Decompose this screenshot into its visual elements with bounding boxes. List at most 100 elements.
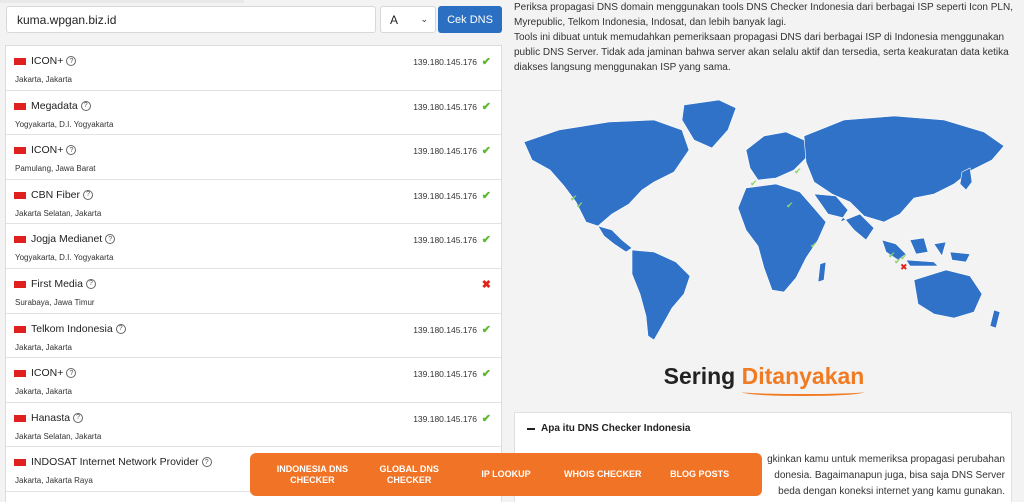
isp-location: Yogyakarta, D.I. Yogyakarta: [15, 253, 114, 263]
resolved-ip: 139.180.145.176: [413, 57, 477, 67]
isp-location: Surabaya, Jawa Timur: [15, 297, 95, 307]
isp-name: Megadata?: [31, 100, 91, 112]
help-icon[interactable]: ?: [85, 278, 96, 289]
map-region-africa: [737, 183, 827, 293]
isp-location: Jakarta, Jakarta: [15, 75, 72, 84]
help-icon[interactable]: ?: [66, 56, 77, 66]
map-cross-icon: ✖: [900, 263, 908, 273]
help-icon[interactable]: ?: [66, 368, 77, 379]
isp-location: Jakarta, Jakarta: [15, 342, 72, 352]
isp-location: Jakarta Selatan, Jakarta: [15, 208, 102, 218]
help-icon[interactable]: ?: [80, 100, 91, 111]
help-icon[interactable]: ?: [105, 234, 116, 245]
help-icon[interactable]: ?: [66, 145, 77, 156]
nav-item[interactable]: BLOG POSTS: [655, 469, 745, 480]
indonesia-flag-icon: [14, 191, 26, 199]
isp-name: ICON+?: [31, 144, 77, 157]
result-row: Telkom Indonesia? Jakarta, Jakarta 139.180…: [6, 314, 501, 359]
map-check-icon: ✔: [750, 179, 758, 189]
isp-label: Hanasta: [31, 411, 71, 424]
result-row: ICON+? Jakarta, Jakarta 139.180.145.176 ✔: [6, 358, 501, 403]
result-row: Hanasta? Jakarta Selatan, Jakarta 139.180.…: [6, 403, 501, 448]
help-icon[interactable]: ?: [115, 323, 126, 334]
check-icon: ✔: [481, 189, 491, 202]
check-icon: ✔: [481, 145, 491, 158]
indonesia-flag-icon: [14, 325, 26, 333]
search-row: A ⌄ Cek DNS: [6, 6, 504, 34]
isp-name: First Media?: [31, 278, 96, 290]
isp-location: Pamulang, Jawa Barat: [15, 164, 96, 174]
isp-location: Jakarta, Jakarta Raya: [15, 476, 93, 486]
isp-name: INDOSAT Internet Network Provider?: [31, 456, 212, 468]
faq-question[interactable]: Apa itu DNS Checker Indonesia: [527, 423, 690, 434]
indonesia-flag-icon: [14, 102, 26, 110]
resolved-ip: 139.180.145.176: [413, 369, 477, 380]
indonesia-flag-icon: [14, 414, 26, 422]
results-list: ICON+? Jakarta, Jakarta 139.180.145.176 ✔ Me…: [5, 45, 502, 502]
faq-question-text: Apa itu DNS Checker Indonesia: [541, 423, 691, 434]
map-region-north-america: [523, 119, 690, 227]
description-paragraph: Periksa propagasi DNS domain menggunakan…: [514, 2, 1013, 28]
isp-label: ICON+: [31, 55, 64, 67]
help-icon[interactable]: ?: [73, 412, 84, 423]
help-icon[interactable]: ?: [83, 189, 94, 200]
isp-location: Yogyakarta, D.I. Yogyakarta: [15, 119, 114, 129]
world-map: ✔ ✔ ✔ ✔ ✔ ✔ ✔ ✔ ✔ ✖: [523, 99, 1005, 341]
faq-title-text: Sering: [663, 363, 742, 389]
result-row: Jogja Medianet? Yogyakarta, D.I. Yogyakar…: [6, 224, 501, 269]
map-region-greenland: [681, 99, 737, 149]
nav-item[interactable]: GLOBAL DNS CHECKER: [364, 464, 454, 486]
result-row: First Media? Surabaya, Jawa Timur ✖: [6, 269, 501, 314]
resolved-ip: 139.180.145.176: [413, 235, 477, 246]
info-panel: Periksa propagasi DNS domain menggunakan…: [514, 0, 1014, 502]
isp-label: Jogja Medianet: [31, 233, 103, 246]
record-type-select[interactable]: A ⌄: [380, 6, 436, 33]
check-icon: ✔: [481, 100, 491, 113]
map-check-icon: ✔: [810, 241, 818, 251]
indonesia-flag-icon: [14, 236, 26, 244]
isp-label: ICON+: [31, 367, 64, 380]
result-row: CBN Fiber? Jakarta Selatan, Jakarta 139.18…: [6, 180, 501, 225]
isp-label: Telkom Indonesia: [31, 322, 113, 335]
isp-name: Jogja Medianet?: [31, 233, 116, 246]
map-check-icon: ✔: [786, 201, 794, 211]
isp-label: First Media: [31, 277, 83, 290]
check-icon: ✔: [481, 412, 491, 425]
check-icon: ✔: [481, 368, 491, 381]
indonesia-flag-icon: [14, 370, 26, 378]
nav-item[interactable]: WHOIS CHECKER: [558, 469, 648, 480]
map-region-australia: [913, 269, 983, 319]
isp-location: Jakarta, Jakarta: [15, 387, 72, 397]
chevron-down-icon: ⌄: [420, 14, 428, 24]
record-type-value: A: [390, 12, 399, 27]
map-region-central-america: [597, 225, 633, 253]
isp-location: Jakarta Selatan, Jakarta: [15, 431, 102, 441]
resolved-ip: 139.180.145.176: [413, 413, 477, 424]
help-icon[interactable]: ?: [201, 457, 212, 468]
resolved-ip: 139.180.145.176: [413, 146, 477, 157]
indonesia-flag-icon: [14, 147, 26, 155]
nav-item[interactable]: INDONESIA DNS CHECKER: [267, 464, 357, 486]
nav-item[interactable]: IP LOOKUP: [461, 469, 551, 480]
indonesia-flag-icon: [14, 58, 26, 65]
faq-title-accent: Ditanyakan: [741, 363, 865, 396]
isp-label: INDOSAT Internet Network Provider: [31, 456, 199, 469]
result-row: Megadata? Yogyakarta, D.I. Yogyakarta 139.…: [6, 91, 501, 136]
map-check-icon: ✔: [576, 201, 584, 211]
isp-label: Megadata: [31, 99, 78, 112]
minus-icon: [527, 427, 535, 430]
resolved-ip: 139.180.145.176: [413, 190, 477, 201]
isp-name: Hanasta?: [31, 411, 84, 424]
description-paragraph: Tools ini dibuat untuk memudahkan pemeri…: [514, 32, 1009, 73]
isp-label: ICON+: [31, 144, 64, 157]
map-region-madagascar: [817, 261, 827, 283]
resolved-ip: 139.180.145.176: [413, 324, 477, 335]
cross-icon: ✖: [481, 278, 491, 291]
map-check-icon: ✔: [794, 167, 802, 177]
cek-dns-button[interactable]: Cek DNS: [438, 6, 502, 33]
resolved-ip: 139.180.145.176: [413, 101, 477, 112]
isp-name: ICON+?: [31, 367, 77, 380]
map-region-south-america: [631, 249, 691, 341]
domain-input[interactable]: [6, 6, 376, 33]
faq-title: Sering Ditanyakan: [514, 363, 1014, 396]
